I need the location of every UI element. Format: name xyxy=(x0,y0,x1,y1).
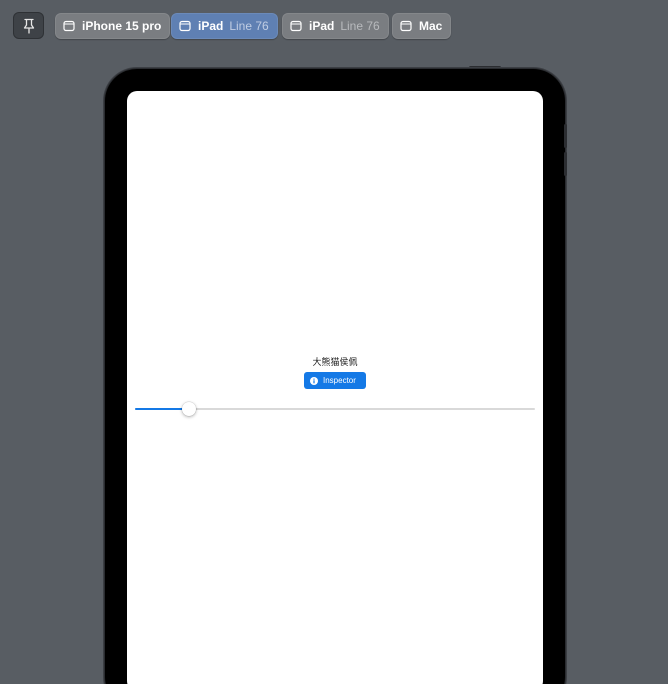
device-chip-sublabel: Line 76 xyxy=(229,19,269,33)
device-chip-label: iPad xyxy=(309,19,335,33)
inspector-button-label: Inspector xyxy=(323,376,356,385)
inspector-button[interactable]: Inspector xyxy=(304,372,366,389)
pin-icon xyxy=(23,18,34,34)
slider-fill xyxy=(135,408,190,410)
device-chip-label: iPhone 15 pro xyxy=(82,19,162,33)
device-icon xyxy=(179,20,191,32)
pin-button[interactable] xyxy=(13,12,44,39)
device-chip-ipad-line-76-active[interactable]: iPad Line 76 xyxy=(171,13,278,39)
slider-thumb[interactable] xyxy=(182,402,197,416)
device-volume-down-button xyxy=(564,152,567,176)
device-chip-mac[interactable]: Mac xyxy=(392,13,452,39)
device-chip-label: iPad xyxy=(198,19,224,33)
value-slider[interactable] xyxy=(135,401,535,417)
device-icon xyxy=(290,20,302,32)
device-chip-sublabel: Line 76 xyxy=(340,19,380,33)
device-screen: 大熊猫侯佩 Inspector xyxy=(127,91,543,684)
device-chip-label: Mac xyxy=(419,19,443,33)
device-chip-ipad-line-76[interactable]: iPad Line 76 xyxy=(282,13,389,39)
info-icon xyxy=(310,376,318,385)
preview-toolbar: iPhone 15 pro iPad Line 76 iPad Line 76 … xyxy=(0,0,668,52)
device-chip-iphone-15-pro[interactable]: iPhone 15 pro xyxy=(55,13,171,39)
preview-canvas: iPhone 15 pro iPad Line 76 iPad Line 76 … xyxy=(0,0,668,684)
device-icon xyxy=(63,20,75,32)
device-volume-up-button xyxy=(564,124,567,148)
device-icon xyxy=(400,20,412,32)
screen-title: 大熊猫侯佩 xyxy=(312,358,358,368)
